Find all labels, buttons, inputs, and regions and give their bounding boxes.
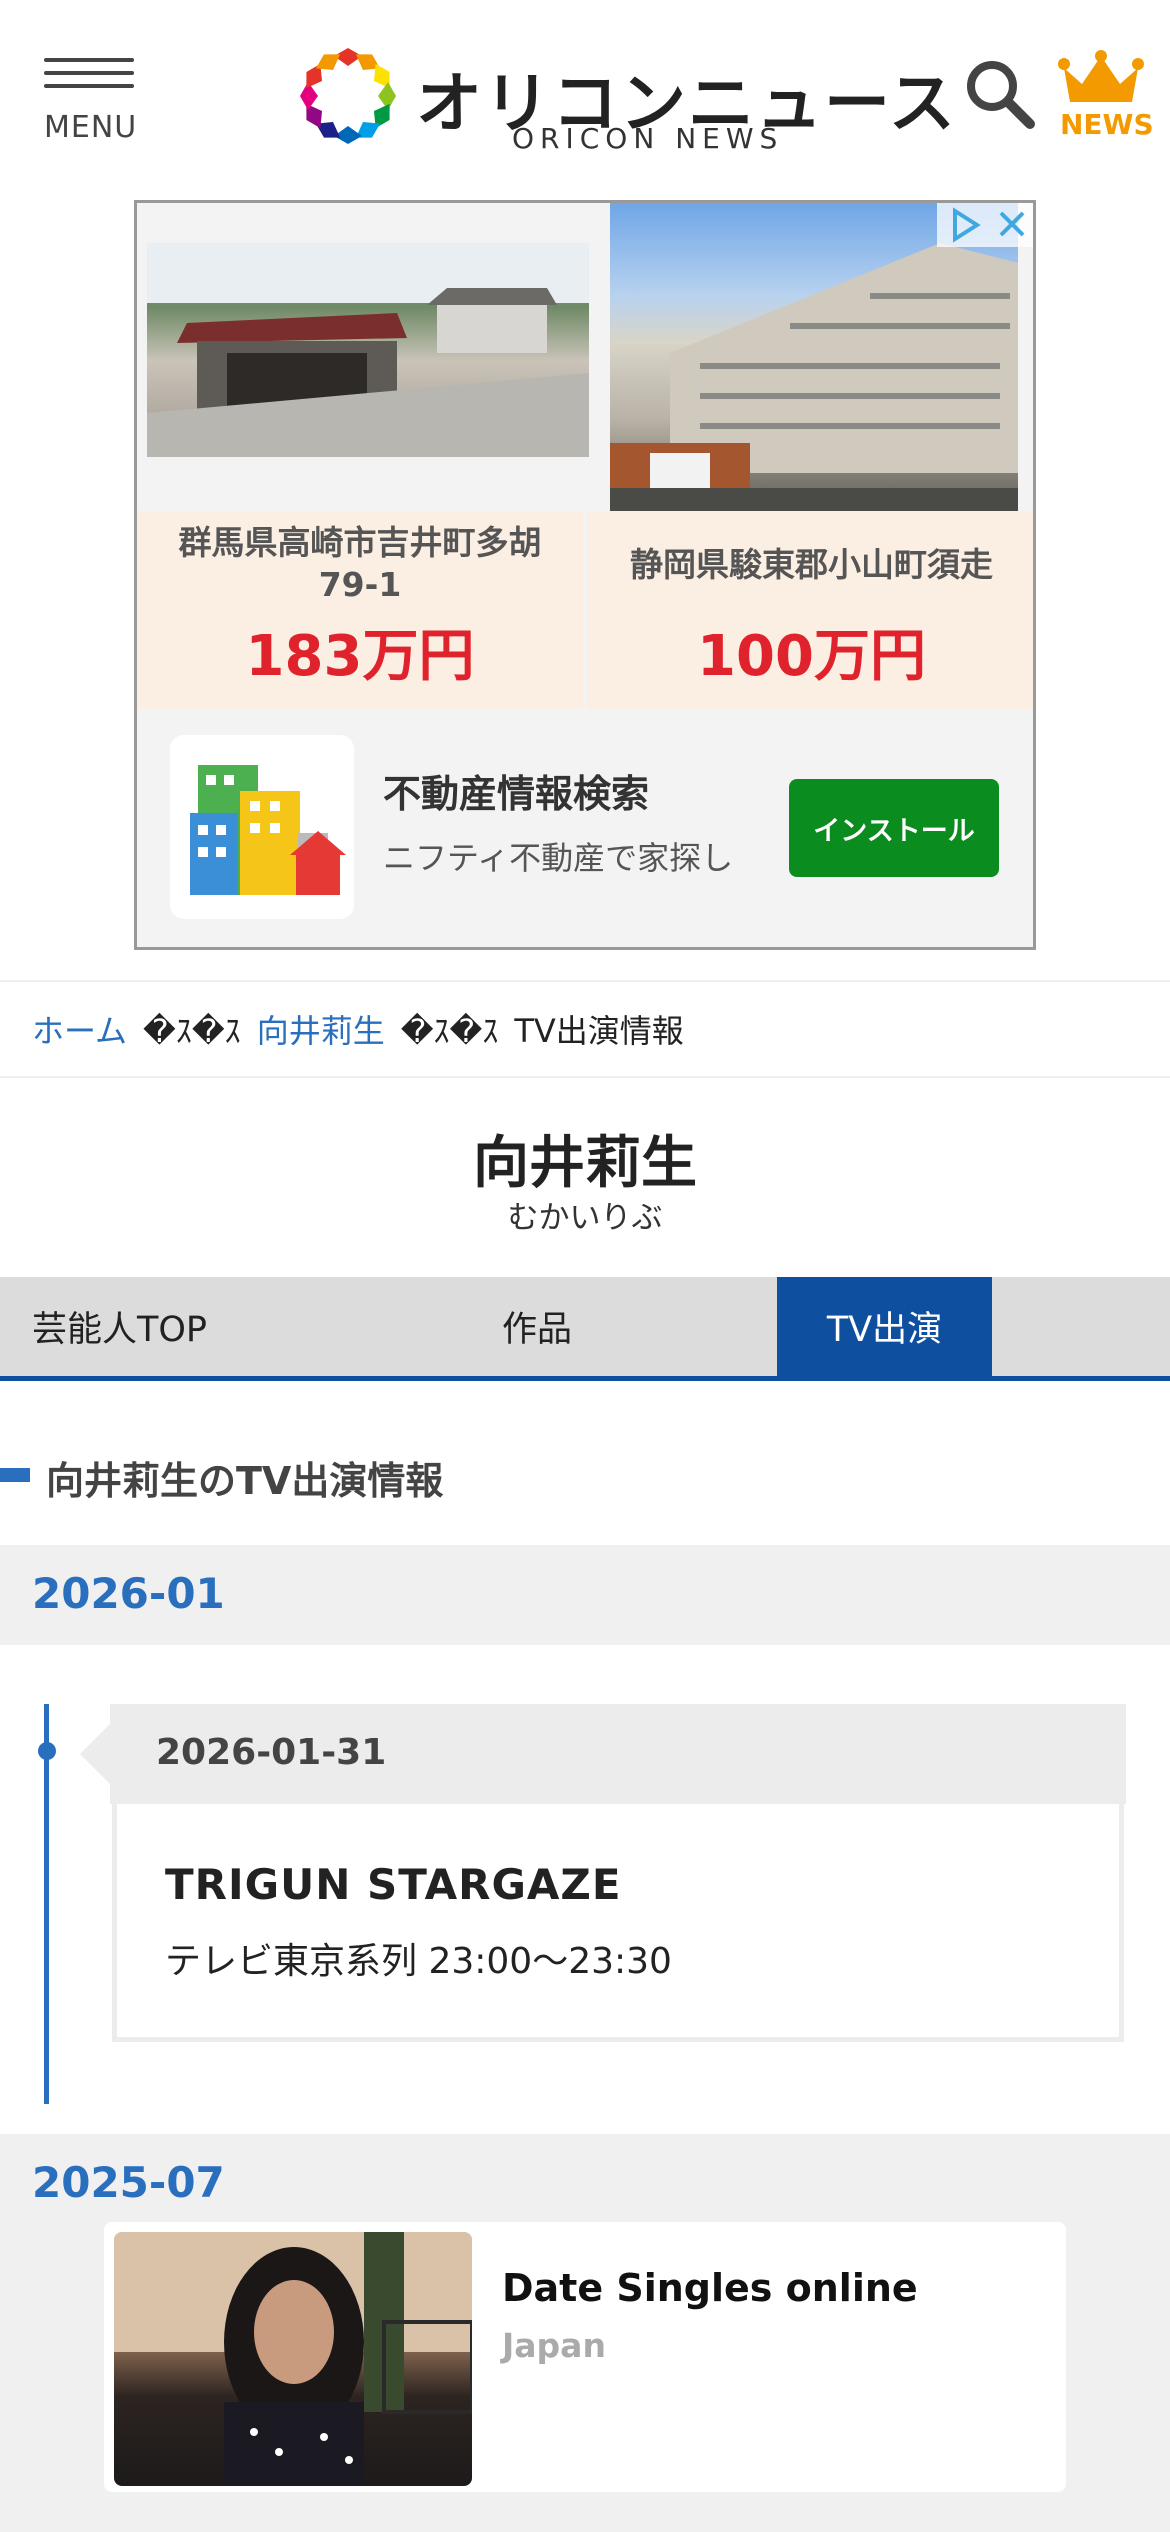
breadcrumb-home-link[interactable]: ホーム — [32, 1006, 127, 1052]
menu-label: MENU — [44, 110, 138, 145]
section-accent-bar — [0, 1468, 30, 1482]
ad-listing-price: 183万円 — [245, 624, 475, 689]
ad-app-description: ニフティ不動産で家探し — [383, 839, 734, 877]
menu-icon-bar — [44, 71, 134, 75]
portrait-illustration — [114, 2232, 472, 2486]
news-ranking-button[interactable]: NEWS — [1058, 50, 1154, 150]
crown-icon — [1058, 50, 1144, 102]
breadcrumb: ホーム �ｽ�ｽ 向井莉生 �ｽ�ｽ TV出演情報 — [0, 980, 1170, 1078]
timeline-line — [44, 1704, 49, 2104]
house-photo-illustration — [147, 243, 589, 457]
search-button[interactable] — [964, 58, 1036, 130]
month-label: 2025-07 — [32, 2158, 225, 2207]
install-button[interactable]: インストール — [789, 779, 999, 877]
menu-icon — [44, 58, 134, 62]
app-icon[interactable] — [170, 735, 354, 919]
apartment-photo-illustration — [610, 243, 1018, 513]
logo-english-text: ORICON NEWS — [512, 122, 784, 155]
appearance-card[interactable]: TRIGUN STARGAZE テレビ東京系列 23:00～23:30 — [112, 1804, 1124, 2042]
ad-apartment-photo[interactable] — [610, 203, 1018, 513]
ad-listing-address: 静岡県駿東郡小山町須走 — [630, 545, 993, 584]
search-icon — [967, 61, 1035, 129]
ad-house-photo[interactable] — [147, 243, 589, 457]
ad-choices-button[interactable] — [937, 203, 1033, 247]
ad-choices-icon — [953, 207, 1025, 243]
ad-listing-price: 100万円 — [697, 624, 926, 689]
month-header: 2026-01 — [0, 1545, 1170, 1645]
artist-reading: むかいりぶ — [507, 1200, 663, 1236]
appearance-date-header: 2026-01-31 — [110, 1704, 1126, 1804]
program-channel-time: テレビ東京系列 23:00～23:30 — [165, 1941, 672, 1982]
ad-listing-address-line2: 79-1 — [318, 565, 402, 604]
breadcrumb-separator: �ｽ�ｽ — [143, 1012, 241, 1050]
page-title: 向井莉生 — [473, 1131, 697, 1196]
news-label: NEWS — [1060, 108, 1154, 141]
dating-ad[interactable]: Date Singles online Japan — [104, 2222, 1066, 2492]
real-estate-ad[interactable]: 群馬県高崎市吉井町多胡 79-1 183万円 静岡県駿東郡小山町須走 100万円… — [134, 200, 1036, 950]
breadcrumb-separator: �ｽ�ｽ — [400, 1012, 499, 1050]
section-title: 向井莉生のTV出演情報 — [46, 1459, 444, 1503]
breadcrumb-current: TV出演情報 — [514, 1012, 684, 1050]
tab-celebrity-top[interactable]: 芸能人TOP — [32, 1277, 207, 1376]
breadcrumb-artist-link[interactable]: 向井莉生 — [257, 1006, 385, 1052]
oricon-news-logo[interactable]: オリコンニュース ORICON NEWS — [296, 44, 955, 155]
timeline-dot — [38, 1742, 56, 1760]
ad-listing-card[interactable]: 静岡県駿東郡小山町須走 100万円 — [587, 511, 1033, 709]
ad-listing-card[interactable]: 群馬県高崎市吉井町多胡 79-1 183万円 — [137, 511, 583, 709]
ad-subtitle: Japan — [502, 2326, 606, 2365]
tab-works[interactable]: 作品 — [502, 1277, 572, 1376]
month-label: 2026-01 — [32, 1569, 225, 1618]
month-header: 2025-07 — [0, 2134, 1170, 2234]
timeline-pointer — [80, 1724, 110, 1784]
ad-app-title: 不動産情報検索 — [383, 772, 650, 816]
program-title: TRIGUN STARGAZE — [165, 1860, 622, 1909]
menu-icon-bar — [44, 84, 134, 88]
ad-listing-address: 群馬県高崎市吉井町多胡 — [178, 523, 542, 562]
ad-title: Date Singles online — [502, 2266, 918, 2310]
tab-tv-appearances[interactable]: TV出演 — [777, 1277, 992, 1376]
menu-button[interactable]: MENU — [44, 58, 136, 148]
building-icon — [190, 765, 346, 895]
artist-tabs: 芸能人TOP 作品 TV出演 — [0, 1277, 1170, 1381]
ad-portrait-photo[interactable] — [114, 2232, 472, 2486]
appearance-date: 2026-01-31 — [156, 1732, 387, 1773]
site-header: MENU オリコンニュース ORICON NEWS NEWS — [0, 0, 1170, 190]
logo-mark-icon — [300, 48, 396, 144]
